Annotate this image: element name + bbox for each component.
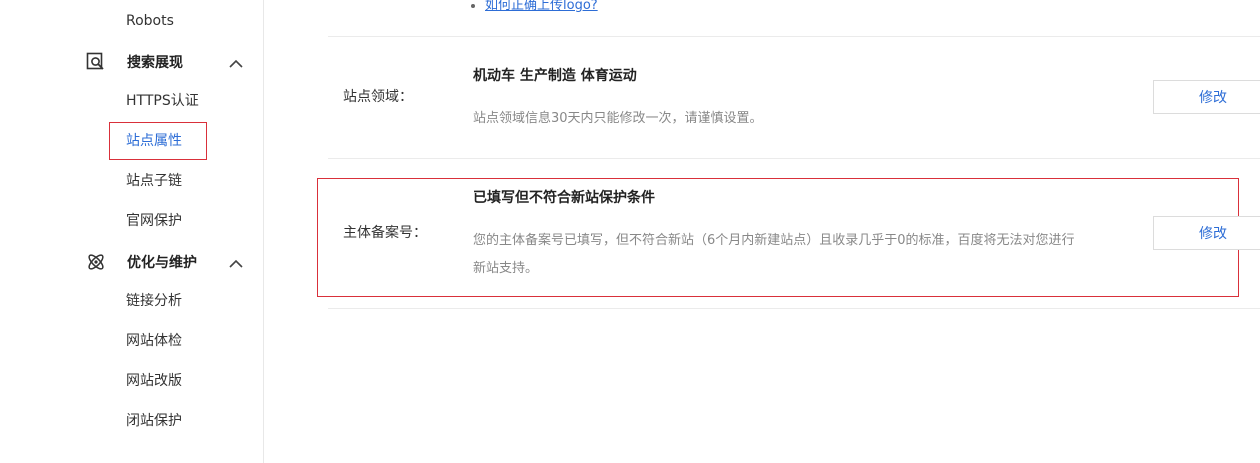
sidebar-item-https[interactable]: HTTPS认证 — [126, 91, 199, 111]
main-content: 如何正确上传logo? 站点领域： 机动车 生产制造 体育运动 站点领域信息30… — [264, 0, 1260, 463]
chevron-up-icon[interactable] — [228, 255, 244, 268]
row-divider — [328, 308, 1260, 309]
sidebar: Robots 搜索展现 HTTPS认证 站点属性 站点子链 官网保护 优化与维护… — [0, 0, 264, 463]
record-desc-line-2: 新站支持。 — [473, 261, 539, 276]
record-desc-line-1: 您的主体备案号已填写，但不符合新站（6个月内新建站点）且收录几乎于0的标准，百度… — [473, 233, 1075, 248]
record-number-label: 主体备案号： — [343, 225, 427, 241]
logo-upload-help-link[interactable]: 如何正确上传logo? — [485, 0, 598, 13]
sidebar-section-optimize-maintain[interactable]: 优化与维护 — [86, 252, 246, 276]
site-domain-label: 站点领域： — [343, 89, 413, 105]
row-divider — [328, 158, 1260, 159]
search-page-icon — [86, 52, 106, 72]
chevron-up-icon[interactable] — [228, 55, 244, 68]
bullet-icon — [471, 3, 475, 8]
record-number-status: 已填写但不符合新站保护条件 — [473, 190, 655, 206]
site-domain-value: 机动车 生产制造 体育运动 — [473, 68, 637, 84]
logo-help-item: 如何正确上传logo? — [471, 0, 598, 13]
sidebar-item-site-sublinks[interactable]: 站点子链 — [126, 171, 182, 191]
sidebar-section-title: 搜索展现 — [127, 55, 183, 71]
site-domain-description: 站点领域信息30天内只能修改一次，请谨慎设置。 — [473, 111, 763, 126]
edit-record-number-button[interactable]: 修改 — [1153, 216, 1260, 250]
edit-site-domain-button[interactable]: 修改 — [1153, 80, 1260, 114]
sidebar-section-search-display[interactable]: 搜索展现 — [86, 52, 246, 76]
sidebar-item-site-checkup[interactable]: 网站体检 — [126, 331, 182, 351]
sidebar-item-official-protection[interactable]: 官网保护 — [126, 211, 182, 231]
sidebar-item-closure-protection[interactable]: 闭站保护 — [126, 411, 182, 431]
highlight-annotation-box — [109, 122, 207, 160]
sidebar-item-site-revision[interactable]: 网站改版 — [126, 371, 182, 391]
sidebar-item-robots[interactable]: Robots — [126, 11, 174, 31]
atom-icon — [86, 252, 106, 272]
record-number-description: 您的主体备案号已填写，但不符合新站（6个月内新建站点）且收录几乎于0的标准，百度… — [473, 227, 1075, 283]
sidebar-section-title: 优化与维护 — [127, 255, 197, 271]
row-divider — [328, 36, 1260, 37]
sidebar-item-link-analysis[interactable]: 链接分析 — [126, 291, 182, 311]
